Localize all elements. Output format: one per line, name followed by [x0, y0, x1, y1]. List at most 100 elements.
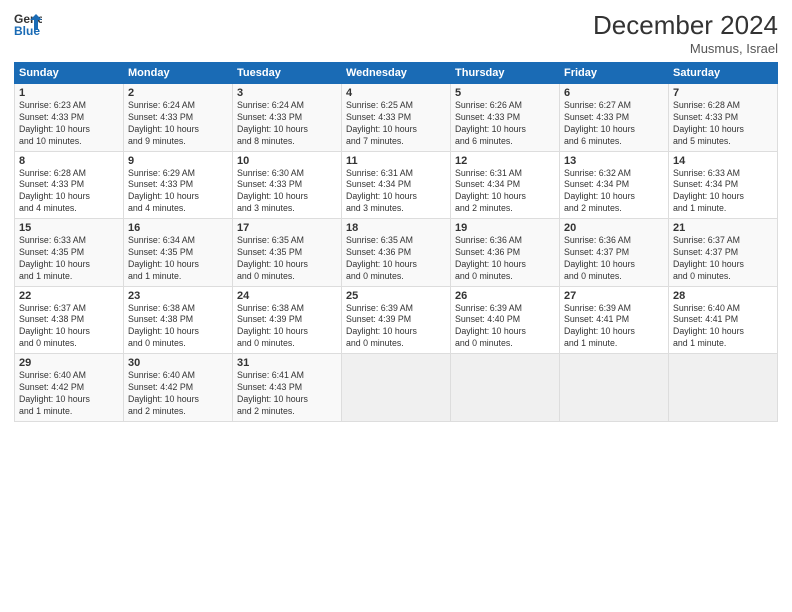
day-number: 26	[455, 290, 555, 302]
day-number: 21	[673, 222, 773, 234]
day-info: Sunrise: 6:33 AMSunset: 4:34 PMDaylight:…	[673, 168, 773, 216]
day-number: 20	[564, 222, 664, 234]
day-number: 23	[128, 290, 228, 302]
day-number: 3	[237, 87, 337, 99]
header: General Blue December 2024 Musmus, Israe…	[14, 10, 778, 56]
logo-icon: General Blue	[14, 10, 42, 38]
day-header-tuesday: Tuesday	[233, 63, 342, 84]
day-info: Sunrise: 6:23 AMSunset: 4:33 PMDaylight:…	[19, 100, 119, 148]
calendar-cell: 4Sunrise: 6:25 AMSunset: 4:33 PMDaylight…	[342, 84, 451, 152]
calendar-cell: 8Sunrise: 6:28 AMSunset: 4:33 PMDaylight…	[15, 151, 124, 219]
day-number: 8	[19, 155, 119, 167]
day-number: 9	[128, 155, 228, 167]
day-header-thursday: Thursday	[451, 63, 560, 84]
day-info: Sunrise: 6:39 AMSunset: 4:40 PMDaylight:…	[455, 303, 555, 351]
day-info: Sunrise: 6:36 AMSunset: 4:36 PMDaylight:…	[455, 235, 555, 283]
calendar-cell: 13Sunrise: 6:32 AMSunset: 4:34 PMDayligh…	[560, 151, 669, 219]
calendar-cell: 1Sunrise: 6:23 AMSunset: 4:33 PMDaylight…	[15, 84, 124, 152]
calendar-cell: 17Sunrise: 6:35 AMSunset: 4:35 PMDayligh…	[233, 219, 342, 287]
day-info: Sunrise: 6:35 AMSunset: 4:35 PMDaylight:…	[237, 235, 337, 283]
main-title: December 2024	[593, 10, 778, 41]
calendar-cell	[669, 354, 778, 422]
calendar-cell: 12Sunrise: 6:31 AMSunset: 4:34 PMDayligh…	[451, 151, 560, 219]
day-number: 27	[564, 290, 664, 302]
calendar-cell: 2Sunrise: 6:24 AMSunset: 4:33 PMDaylight…	[124, 84, 233, 152]
day-info: Sunrise: 6:28 AMSunset: 4:33 PMDaylight:…	[673, 100, 773, 148]
day-info: Sunrise: 6:31 AMSunset: 4:34 PMDaylight:…	[455, 168, 555, 216]
day-info: Sunrise: 6:34 AMSunset: 4:35 PMDaylight:…	[128, 235, 228, 283]
calendar-cell: 31Sunrise: 6:41 AMSunset: 4:43 PMDayligh…	[233, 354, 342, 422]
calendar-cell: 30Sunrise: 6:40 AMSunset: 4:42 PMDayligh…	[124, 354, 233, 422]
week-row-0: 1Sunrise: 6:23 AMSunset: 4:33 PMDaylight…	[15, 84, 778, 152]
day-number: 10	[237, 155, 337, 167]
day-info: Sunrise: 6:27 AMSunset: 4:33 PMDaylight:…	[564, 100, 664, 148]
page: General Blue December 2024 Musmus, Israe…	[0, 0, 792, 612]
day-info: Sunrise: 6:30 AMSunset: 4:33 PMDaylight:…	[237, 168, 337, 216]
calendar-cell: 3Sunrise: 6:24 AMSunset: 4:33 PMDaylight…	[233, 84, 342, 152]
calendar-cell: 11Sunrise: 6:31 AMSunset: 4:34 PMDayligh…	[342, 151, 451, 219]
calendar-cell: 14Sunrise: 6:33 AMSunset: 4:34 PMDayligh…	[669, 151, 778, 219]
day-header-friday: Friday	[560, 63, 669, 84]
day-info: Sunrise: 6:40 AMSunset: 4:41 PMDaylight:…	[673, 303, 773, 351]
subtitle: Musmus, Israel	[593, 41, 778, 56]
calendar-cell: 5Sunrise: 6:26 AMSunset: 4:33 PMDaylight…	[451, 84, 560, 152]
day-info: Sunrise: 6:29 AMSunset: 4:33 PMDaylight:…	[128, 168, 228, 216]
calendar-cell: 29Sunrise: 6:40 AMSunset: 4:42 PMDayligh…	[15, 354, 124, 422]
day-header-wednesday: Wednesday	[342, 63, 451, 84]
day-header-row: SundayMondayTuesdayWednesdayThursdayFrid…	[15, 63, 778, 84]
calendar-cell: 24Sunrise: 6:38 AMSunset: 4:39 PMDayligh…	[233, 286, 342, 354]
day-info: Sunrise: 6:26 AMSunset: 4:33 PMDaylight:…	[455, 100, 555, 148]
day-info: Sunrise: 6:40 AMSunset: 4:42 PMDaylight:…	[19, 370, 119, 418]
calendar-cell: 9Sunrise: 6:29 AMSunset: 4:33 PMDaylight…	[124, 151, 233, 219]
day-info: Sunrise: 6:31 AMSunset: 4:34 PMDaylight:…	[346, 168, 446, 216]
calendar: SundayMondayTuesdayWednesdayThursdayFrid…	[14, 62, 778, 422]
calendar-body: 1Sunrise: 6:23 AMSunset: 4:33 PMDaylight…	[15, 84, 778, 422]
day-info: Sunrise: 6:38 AMSunset: 4:39 PMDaylight:…	[237, 303, 337, 351]
calendar-cell: 16Sunrise: 6:34 AMSunset: 4:35 PMDayligh…	[124, 219, 233, 287]
calendar-cell	[451, 354, 560, 422]
day-info: Sunrise: 6:33 AMSunset: 4:35 PMDaylight:…	[19, 235, 119, 283]
calendar-cell: 25Sunrise: 6:39 AMSunset: 4:39 PMDayligh…	[342, 286, 451, 354]
calendar-cell	[342, 354, 451, 422]
day-number: 4	[346, 87, 446, 99]
calendar-cell: 15Sunrise: 6:33 AMSunset: 4:35 PMDayligh…	[15, 219, 124, 287]
day-number: 22	[19, 290, 119, 302]
day-number: 25	[346, 290, 446, 302]
calendar-cell: 6Sunrise: 6:27 AMSunset: 4:33 PMDaylight…	[560, 84, 669, 152]
week-row-3: 22Sunrise: 6:37 AMSunset: 4:38 PMDayligh…	[15, 286, 778, 354]
calendar-cell: 27Sunrise: 6:39 AMSunset: 4:41 PMDayligh…	[560, 286, 669, 354]
day-number: 16	[128, 222, 228, 234]
day-info: Sunrise: 6:41 AMSunset: 4:43 PMDaylight:…	[237, 370, 337, 418]
day-header-sunday: Sunday	[15, 63, 124, 84]
day-number: 18	[346, 222, 446, 234]
calendar-cell: 23Sunrise: 6:38 AMSunset: 4:38 PMDayligh…	[124, 286, 233, 354]
day-number: 19	[455, 222, 555, 234]
day-header-saturday: Saturday	[669, 63, 778, 84]
week-row-1: 8Sunrise: 6:28 AMSunset: 4:33 PMDaylight…	[15, 151, 778, 219]
day-number: 29	[19, 357, 119, 369]
calendar-cell: 19Sunrise: 6:36 AMSunset: 4:36 PMDayligh…	[451, 219, 560, 287]
day-number: 17	[237, 222, 337, 234]
day-info: Sunrise: 6:39 AMSunset: 4:39 PMDaylight:…	[346, 303, 446, 351]
calendar-cell: 10Sunrise: 6:30 AMSunset: 4:33 PMDayligh…	[233, 151, 342, 219]
day-info: Sunrise: 6:40 AMSunset: 4:42 PMDaylight:…	[128, 370, 228, 418]
calendar-cell: 18Sunrise: 6:35 AMSunset: 4:36 PMDayligh…	[342, 219, 451, 287]
day-number: 13	[564, 155, 664, 167]
day-info: Sunrise: 6:24 AMSunset: 4:33 PMDaylight:…	[237, 100, 337, 148]
day-info: Sunrise: 6:35 AMSunset: 4:36 PMDaylight:…	[346, 235, 446, 283]
day-info: Sunrise: 6:25 AMSunset: 4:33 PMDaylight:…	[346, 100, 446, 148]
day-number: 2	[128, 87, 228, 99]
calendar-header: SundayMondayTuesdayWednesdayThursdayFrid…	[15, 63, 778, 84]
calendar-cell: 28Sunrise: 6:40 AMSunset: 4:41 PMDayligh…	[669, 286, 778, 354]
day-info: Sunrise: 6:38 AMSunset: 4:38 PMDaylight:…	[128, 303, 228, 351]
day-info: Sunrise: 6:36 AMSunset: 4:37 PMDaylight:…	[564, 235, 664, 283]
calendar-cell: 21Sunrise: 6:37 AMSunset: 4:37 PMDayligh…	[669, 219, 778, 287]
day-number: 24	[237, 290, 337, 302]
week-row-4: 29Sunrise: 6:40 AMSunset: 4:42 PMDayligh…	[15, 354, 778, 422]
day-number: 7	[673, 87, 773, 99]
day-number: 12	[455, 155, 555, 167]
day-number: 6	[564, 87, 664, 99]
day-number: 5	[455, 87, 555, 99]
day-number: 14	[673, 155, 773, 167]
day-info: Sunrise: 6:37 AMSunset: 4:38 PMDaylight:…	[19, 303, 119, 351]
